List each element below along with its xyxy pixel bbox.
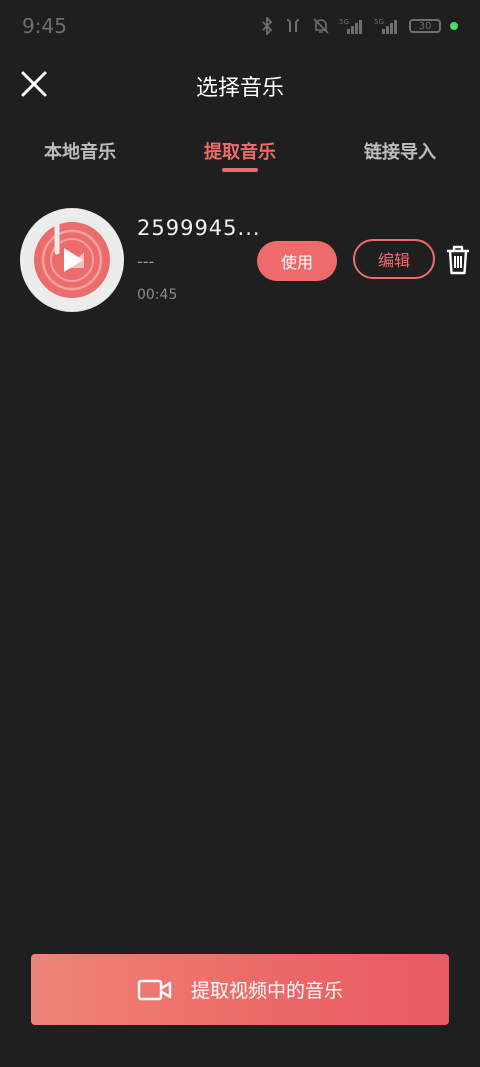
signal-5g-icon-2: 5G (374, 18, 397, 34)
track-title: 2599945... (137, 216, 261, 240)
svg-text:5G: 5G (339, 18, 349, 26)
music-disc-icon (34, 219, 110, 298)
bluetooth-icon (262, 17, 273, 35)
svg-text:5G: 5G (374, 18, 384, 26)
bell-muted-icon (313, 18, 329, 34)
trash-icon[interactable] (444, 244, 472, 276)
battery-level: 30 (418, 20, 432, 32)
status-time: 9:45 (22, 14, 67, 38)
extract-button-label: 提取视频中的音乐 (190, 980, 343, 1002)
signal-5g-icon: 5G (339, 18, 362, 34)
video-camera-icon (137, 979, 172, 1000)
edit-button[interactable]: 编辑 (353, 239, 435, 279)
page-title: 选择音乐 (195, 76, 284, 101)
tab-extract-music[interactable]: 提取音乐 (175, 138, 305, 164)
tab-link-import[interactable]: 链接导入 (335, 138, 465, 164)
track-artist: --- (137, 252, 155, 271)
earbuds-icon (286, 19, 300, 32)
privacy-indicator-dot (450, 22, 458, 30)
status-icons: 5G 5G 30 (260, 17, 458, 35)
status-bar: 9:45 5G 5G 30 (0, 0, 480, 52)
tab-local-music[interactable]: 本地音乐 (15, 138, 145, 164)
battery-icon: 30 (409, 19, 441, 33)
header: 选择音乐 (0, 56, 480, 116)
tab-bar: 本地音乐 提取音乐 链接导入 (0, 130, 480, 178)
track-duration: 00:45 (137, 287, 178, 303)
extract-video-music-button[interactable]: 提取视频中的音乐 (31, 954, 449, 1025)
use-button[interactable]: 使用 (257, 241, 337, 281)
list-item: 2599945... --- 00:45 使用 编辑 (0, 206, 480, 316)
music-cover[interactable] (20, 208, 124, 312)
tab-active-indicator (222, 168, 258, 172)
